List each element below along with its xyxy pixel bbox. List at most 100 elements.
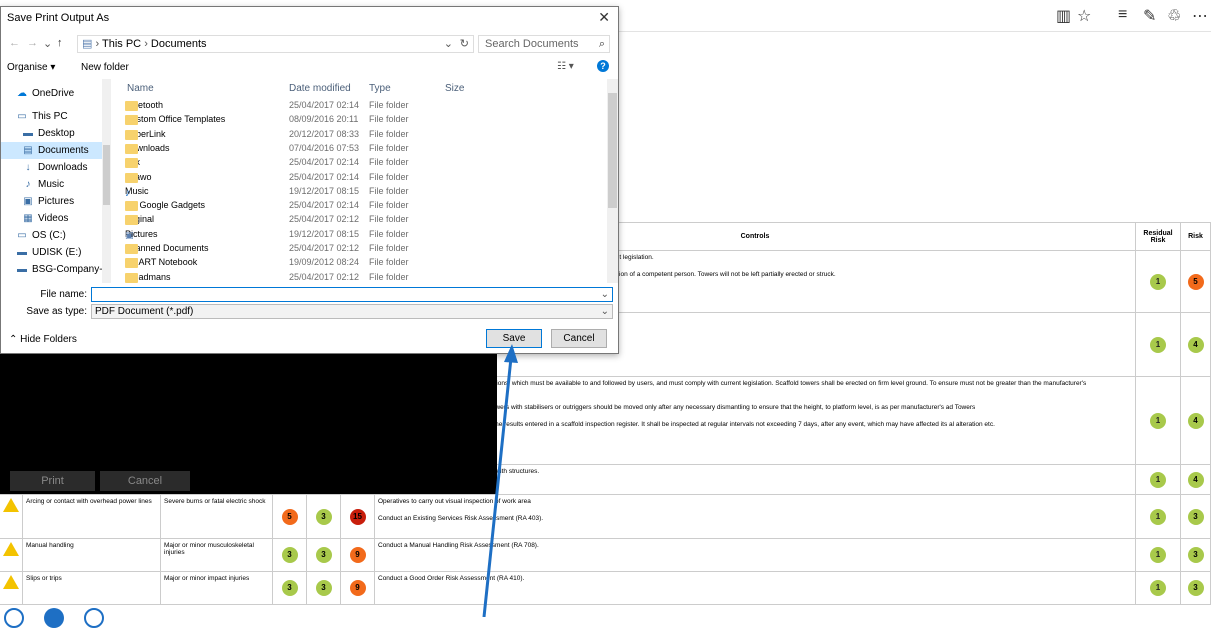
nav-item[interactable]: ▣ Pictures: [1, 193, 111, 210]
address-bar[interactable]: ▤ › This PC › Documents ⌄ ↻: [77, 35, 474, 53]
hazard-cell: Slips or trips: [22, 571, 161, 605]
address-row: ← → ⌄ ↑ ▤ › This PC › Documents ⌄ ↻ Sear…: [1, 33, 618, 55]
nav-item[interactable]: ▦ Videos: [1, 210, 111, 227]
risk-cell: 4: [1180, 464, 1211, 495]
file-name-input[interactable]: ⌄: [91, 287, 613, 302]
residual-risk-cell: 1: [1135, 312, 1181, 377]
print-button[interactable]: Print: [10, 471, 95, 491]
column-name[interactable]: Name: [127, 83, 154, 94]
save-as-type-select[interactable]: PDF Document (*.pdf) ⌄: [91, 304, 613, 319]
help-icon[interactable]: ?: [597, 60, 609, 72]
chevron-down-icon[interactable]: ⌄: [601, 288, 609, 301]
file-date: 25/04/2017 02:12: [289, 214, 360, 225]
computer-icon: ▭: [17, 111, 27, 122]
chevron-up-icon: ⌃: [9, 334, 18, 345]
close-icon[interactable]: ✕: [598, 9, 610, 26]
print-cancel-button[interactable]: Cancel: [100, 471, 190, 491]
folder-icon: [125, 143, 138, 154]
file-date: 08/09/2016 20:11: [289, 114, 359, 125]
file-row[interactable]: Custom Office Templates 08/09/2016 20:11 F…: [113, 113, 607, 127]
file-row[interactable]: My Google Gadgets 25/04/2017 02:14 File fo…: [113, 199, 607, 213]
cloud-icon: ☁: [17, 88, 27, 99]
rating-badge: 9: [349, 547, 366, 563]
organise-menu[interactable]: Organise ▾: [7, 62, 55, 73]
nav-scrollbar[interactable]: [102, 79, 111, 283]
folder-icon: [125, 101, 138, 111]
file-type: File folder: [369, 257, 409, 268]
hide-folders-toggle[interactable]: ⌃ Hide Folders: [9, 334, 77, 345]
residual-risk-badge: 1: [1150, 508, 1166, 525]
breadcrumb-documents[interactable]: Documents: [151, 38, 207, 50]
reading-view-icon[interactable]: ▥: [1056, 6, 1071, 26]
share-icon[interactable]: ♲: [1167, 6, 1181, 26]
rating-cell: 5: [272, 494, 307, 539]
nav-item-label: Music: [38, 179, 65, 190]
scrollbar-thumb[interactable]: [608, 93, 617, 208]
control-text: Conduct a Manual Handling Risk Assessmen…: [378, 542, 539, 549]
folder-icon: [125, 201, 138, 212]
control-text: Conduct a Good Order Risk Assessment (RA…: [378, 575, 525, 582]
breadcrumb-this-pc[interactable]: This PC: [102, 38, 141, 50]
more-icon[interactable]: ⋯: [1192, 6, 1208, 26]
risk-cell: 3: [1180, 571, 1211, 605]
cancel-button[interactable]: Cancel: [551, 329, 607, 348]
nav-item[interactable]: ▤ Documents: [1, 142, 111, 159]
file-row[interactable]: Leawo 25/04/2017 02:14 File folder: [113, 171, 607, 185]
file-row[interactable]: Bluetooth 25/04/2017 02:14 File folder: [113, 99, 607, 113]
file-row[interactable]: Downloads 07/04/2016 07:53 File folder: [113, 142, 607, 156]
rating-badge: 3: [315, 580, 332, 596]
nav-item[interactable]: ▬ Desktop: [1, 125, 111, 142]
forward-arrow-icon[interactable]: →: [27, 37, 38, 49]
chevron-down-icon[interactable]: ⌄: [601, 305, 609, 318]
column-size[interactable]: Size: [445, 83, 464, 94]
up-arrow-icon[interactable]: ↑: [57, 37, 63, 49]
risk-badge: 3: [1187, 580, 1204, 596]
nav-item[interactable]: ▭ OS (C:): [1, 227, 111, 244]
web-note-icon[interactable]: ✎: [1143, 6, 1156, 26]
favorite-star-icon[interactable]: ☆: [1077, 6, 1091, 26]
folder-icon: [125, 172, 138, 183]
file-row[interactable]: CyberLink 20/12/2017 08:33 File folder: [113, 128, 607, 142]
rating-badge: 15: [349, 508, 366, 525]
download-icon: ↓: [25, 162, 31, 173]
file-row[interactable]: Fax25/04/2017 02:14File folder: [113, 156, 607, 170]
file-row[interactable]: Steadmans 25/04/2017 02:12 File folder: [113, 271, 607, 283]
file-type: File folder: [369, 157, 409, 168]
back-arrow-icon[interactable]: ←: [9, 37, 20, 49]
save-button[interactable]: Save: [486, 329, 542, 348]
usb-drive-icon: ▬: [17, 247, 27, 258]
residual-risk-cell: 1: [1135, 376, 1181, 465]
music-folder-icon: ♪: [125, 186, 131, 199]
file-row[interactable]: Scanned Documents 25/04/2017 02:12 File fo…: [113, 242, 607, 256]
rating-cell: 3: [306, 538, 341, 572]
dialog-title: Save Print Output As: [7, 12, 110, 24]
nav-item[interactable]: ▬ BSG-Company-S: [1, 261, 111, 278]
hub-icon[interactable]: ≡: [1118, 6, 1127, 24]
file-date: 25/04/2017 02:14: [289, 200, 360, 211]
file-row[interactable]: original 25/04/2017 02:12 File folder: [113, 213, 607, 227]
search-input[interactable]: Search Documents ⌕: [478, 35, 610, 53]
nav-item-label: OneDrive: [32, 88, 75, 99]
print-preview-overlay: Print Cancel: [0, 353, 497, 494]
file-name: Custom Office Templates: [125, 114, 226, 125]
residual-risk-cell: 1: [1135, 538, 1181, 572]
nav-item[interactable]: ▭ This PC: [1, 108, 111, 125]
view-options-icon[interactable]: ☷ ▾: [557, 61, 574, 72]
column-date-modified[interactable]: Date modified: [289, 83, 351, 94]
chevron-down-icon[interactable]: ⌄: [444, 36, 453, 52]
file-date: 19/12/2017 08:15: [289, 185, 360, 196]
refresh-icon[interactable]: ↻: [460, 36, 469, 52]
chevron-down-icon[interactable]: ⌄: [43, 37, 52, 50]
file-row[interactable]: ▣ Pictures 19/12/2017 08:15 File folder: [113, 228, 607, 242]
rating-badge: 5: [281, 508, 298, 525]
new-folder-button[interactable]: New folder: [81, 62, 129, 73]
file-row[interactable]: SMART Notebook 19/09/2012 08:24 File folde…: [113, 256, 607, 270]
column-type[interactable]: Type: [369, 83, 391, 94]
hazard-icon-cell: [0, 538, 23, 572]
nav-item[interactable]: ↓ Downloads: [1, 159, 111, 176]
nav-item[interactable]: ☁ OneDrive: [1, 85, 111, 102]
nav-item[interactable]: ▬ UDISK (E:): [1, 244, 111, 261]
file-type: File folder: [369, 114, 409, 125]
file-row[interactable]: ♪ Music 19/12/2017 08:15 File folder: [113, 185, 607, 199]
nav-item[interactable]: ♪ Music: [1, 176, 111, 193]
